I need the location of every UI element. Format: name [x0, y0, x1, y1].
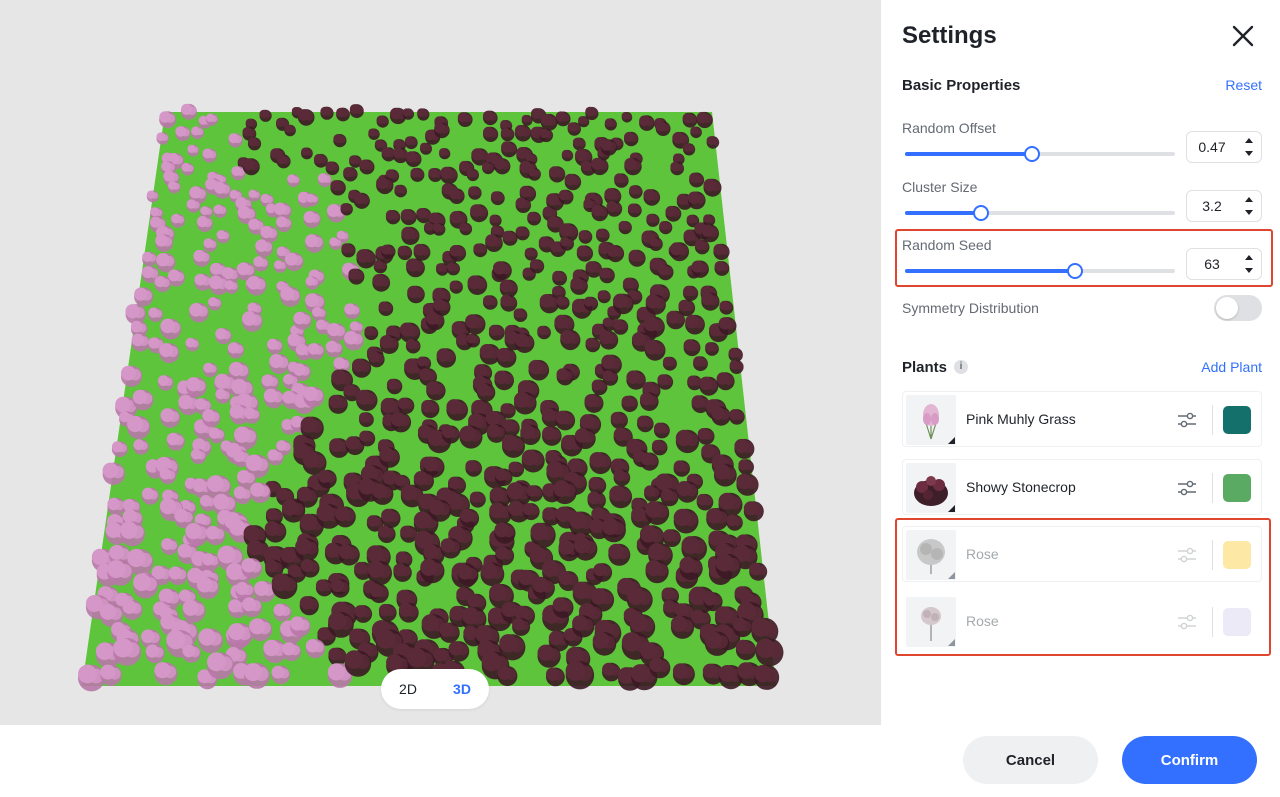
stepper-value[interactable]: 63	[1187, 249, 1237, 279]
panel-title: Settings	[902, 22, 997, 49]
plant-thumbnail	[906, 395, 956, 445]
thumbnail-corner	[948, 437, 955, 444]
symmetry-distribution-toggle[interactable]	[1214, 295, 1262, 321]
symmetry-distribution-label: Symmetry Distribution	[902, 300, 1039, 316]
reset-link[interactable]: Reset	[1225, 77, 1262, 93]
plant-name: Rose	[966, 546, 999, 562]
stepper-value[interactable]: 0.47	[1187, 132, 1237, 162]
adjust-icon[interactable]	[1176, 478, 1198, 498]
stepper-arrows-icon[interactable]	[1243, 194, 1255, 218]
adjust-icon[interactable]	[1176, 612, 1198, 632]
slider-fill	[905, 211, 981, 215]
divider	[1212, 607, 1213, 637]
plant-item[interactable]: Pink Muhly Grass	[902, 391, 1262, 447]
basic-properties-heading: Basic Properties	[902, 77, 1021, 94]
3d-viewport[interactable]: 2D 3D	[0, 0, 881, 725]
toggle-knob	[1216, 297, 1238, 319]
adjust-icon[interactable]	[1176, 545, 1198, 565]
cluster-size-slider[interactable]	[905, 205, 1175, 221]
plant-name: Pink Muhly Grass	[966, 411, 1076, 427]
plant-color-swatch[interactable]	[1223, 406, 1251, 434]
add-plant-link[interactable]: Add Plant	[1201, 359, 1262, 375]
stepper-arrows-icon[interactable]	[1243, 135, 1255, 159]
plant-thumbnail	[906, 597, 956, 647]
view-mode-3d[interactable]: 3D	[453, 681, 471, 697]
plant-thumbnail	[906, 463, 956, 513]
plant-name: Showy Stonecrop	[966, 479, 1076, 495]
view-mode-2d[interactable]: 2D	[399, 681, 417, 697]
slider-thumb[interactable]	[972, 205, 989, 221]
close-icon[interactable]	[1229, 22, 1257, 50]
plant-item-disabled[interactable]: Rose	[902, 526, 1262, 582]
adjust-icon[interactable]	[1176, 410, 1198, 430]
slider-fill	[905, 269, 1076, 273]
divider	[1212, 473, 1213, 503]
slider-thumb[interactable]	[1067, 263, 1084, 279]
random-seed-stepper[interactable]: 63	[1186, 248, 1262, 280]
cluster-size-label: Cluster Size	[902, 179, 978, 195]
plant-color-swatch[interactable]	[1223, 541, 1251, 569]
slider-fill	[905, 152, 1032, 156]
plant-item-disabled[interactable]: Rose	[902, 593, 1262, 649]
bottom-bar	[0, 725, 881, 797]
divider	[1212, 405, 1213, 435]
thumbnail-corner	[948, 572, 955, 579]
plant-color-swatch[interactable]	[1223, 608, 1251, 636]
slider-thumb[interactable]	[1023, 146, 1040, 162]
random-offset-slider[interactable]	[905, 146, 1175, 162]
divider	[1212, 540, 1213, 570]
plant-item[interactable]: Showy Stonecrop	[902, 459, 1262, 515]
random-seed-label: Random Seed	[902, 237, 992, 253]
plants-heading: Plants	[902, 359, 948, 376]
plant-name: Rose	[966, 613, 999, 629]
random-offset-stepper[interactable]: 0.47	[1186, 131, 1262, 163]
stepper-value[interactable]: 3.2	[1187, 191, 1237, 221]
plant-color-swatch[interactable]	[1223, 474, 1251, 502]
confirm-button[interactable]: Confirm	[1122, 736, 1257, 784]
info-icon[interactable]: i	[954, 360, 968, 374]
thumbnail-corner	[948, 505, 955, 512]
settings-panel: Settings Basic Properties Reset Random O…	[881, 0, 1280, 797]
random-seed-slider[interactable]	[905, 263, 1175, 279]
random-offset-label: Random Offset	[902, 120, 996, 136]
plant-thumbnail	[906, 530, 956, 580]
cancel-button[interactable]: Cancel	[963, 736, 1098, 784]
stepper-arrows-icon[interactable]	[1243, 252, 1255, 276]
cluster-size-stepper[interactable]: 3.2	[1186, 190, 1262, 222]
garden-3d-scene[interactable]	[0, 0, 881, 725]
view-mode-toggle: 2D 3D	[381, 669, 489, 709]
thumbnail-corner	[948, 639, 955, 646]
